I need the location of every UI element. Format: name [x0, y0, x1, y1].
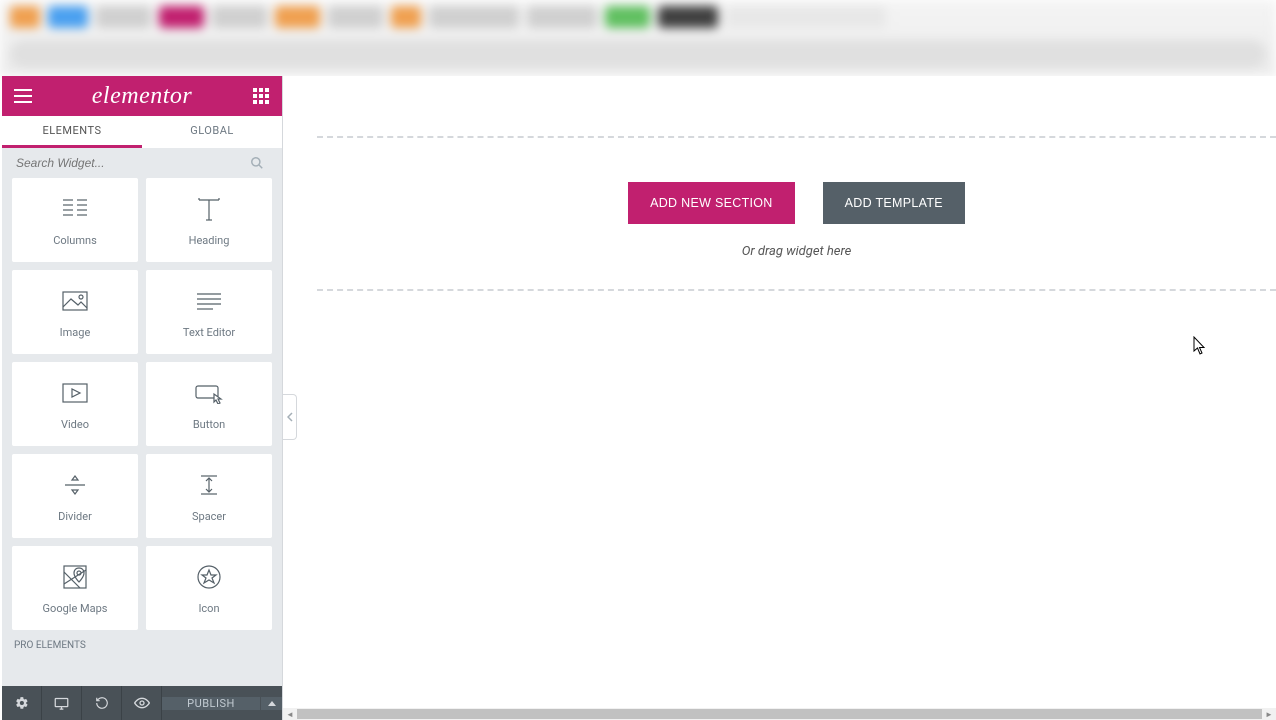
widget-button[interactable]: Button	[146, 362, 272, 446]
scroll-thumb[interactable]	[297, 709, 1262, 719]
widget-columns[interactable]: Columns	[12, 178, 138, 262]
history-button[interactable]	[82, 686, 122, 720]
widgets-panel-button[interactable]	[250, 85, 272, 107]
scroll-track[interactable]	[297, 708, 1262, 720]
editor-canvas[interactable]: ADD NEW SECTION ADD TEMPLATE Or drag wid…	[283, 76, 1276, 720]
widget-divider[interactable]: Divider	[12, 454, 138, 538]
scroll-right-button[interactable]: ►	[1262, 708, 1276, 720]
heading-icon	[195, 194, 223, 224]
widget-label: Divider	[58, 510, 92, 523]
add-template-button[interactable]: ADD TEMPLATE	[823, 182, 965, 224]
publish-options-button[interactable]	[260, 697, 282, 710]
widget-google-maps[interactable]: Google Maps	[12, 546, 138, 630]
search-row	[2, 148, 282, 178]
tab-global[interactable]: GLOBAL	[142, 116, 282, 148]
brand-logo: elementor	[92, 83, 192, 110]
panel-tabs: ELEMENTS GLOBAL	[2, 116, 282, 148]
widget-heading[interactable]: Heading	[146, 178, 272, 262]
widget-video[interactable]: Video	[12, 362, 138, 446]
desktop-icon	[54, 697, 69, 710]
publish-button[interactable]: PUBLISH	[162, 697, 260, 710]
new-section-dropzone[interactable]: ADD NEW SECTION ADD TEMPLATE Or drag wid…	[317, 136, 1276, 291]
chevron-left-icon	[287, 412, 293, 422]
settings-button[interactable]	[2, 686, 42, 720]
widget-spacer[interactable]: Spacer	[146, 454, 272, 538]
widget-label: Google Maps	[43, 602, 108, 615]
widget-label: Icon	[198, 602, 219, 615]
panel-header: elementor	[2, 76, 282, 116]
widgets-list: Columns Heading	[2, 178, 282, 686]
collapse-panel-button[interactable]	[283, 394, 297, 440]
category-pro-elements: PRO ELEMENTS	[12, 630, 272, 651]
widget-label: Button	[193, 418, 225, 431]
button-icon	[194, 378, 224, 408]
widget-label: Video	[61, 418, 89, 431]
image-icon	[61, 286, 89, 316]
widget-text-editor[interactable]: Text Editor	[146, 270, 272, 354]
columns-icon	[61, 194, 89, 224]
icon-icon	[196, 562, 222, 592]
preview-button[interactable]	[122, 686, 162, 720]
widget-label: Image	[60, 326, 91, 339]
google-maps-icon	[62, 562, 88, 592]
panel-footer: PUBLISH	[2, 686, 282, 720]
widget-label: Heading	[189, 234, 230, 247]
add-new-section-button[interactable]: ADD NEW SECTION	[628, 182, 795, 224]
widget-image[interactable]: Image	[12, 270, 138, 354]
eye-icon	[134, 697, 150, 709]
responsive-button[interactable]	[42, 686, 82, 720]
editor-panel: elementor ELEMENTS GLOBAL	[2, 76, 283, 720]
widget-label: Columns	[53, 234, 97, 247]
tab-elements[interactable]: ELEMENTS	[2, 116, 142, 148]
widget-icon[interactable]: Icon	[146, 546, 272, 630]
gear-icon	[15, 696, 29, 710]
history-icon	[95, 696, 109, 710]
menu-button[interactable]	[12, 85, 34, 107]
text-editor-icon	[195, 286, 223, 316]
horizontal-scrollbar[interactable]: ◄ ►	[283, 708, 1276, 720]
drag-hint: Or drag widget here	[742, 244, 852, 259]
divider-icon	[61, 470, 89, 500]
spacer-icon	[195, 470, 223, 500]
cursor-icon	[1193, 336, 1207, 356]
video-icon	[61, 378, 89, 408]
scroll-left-button[interactable]: ◄	[283, 708, 297, 720]
browser-chrome-blurred	[0, 0, 1276, 76]
search-input[interactable]	[16, 156, 268, 170]
search-icon	[250, 156, 264, 170]
publish-button-group: PUBLISH	[162, 697, 282, 710]
app: elementor ELEMENTS GLOBAL	[2, 76, 1276, 720]
widget-label: Spacer	[192, 510, 226, 523]
apps-grid-icon	[253, 88, 269, 104]
caret-up-icon	[268, 701, 276, 706]
widget-label: Text Editor	[183, 326, 235, 339]
hamburger-icon	[14, 89, 32, 103]
